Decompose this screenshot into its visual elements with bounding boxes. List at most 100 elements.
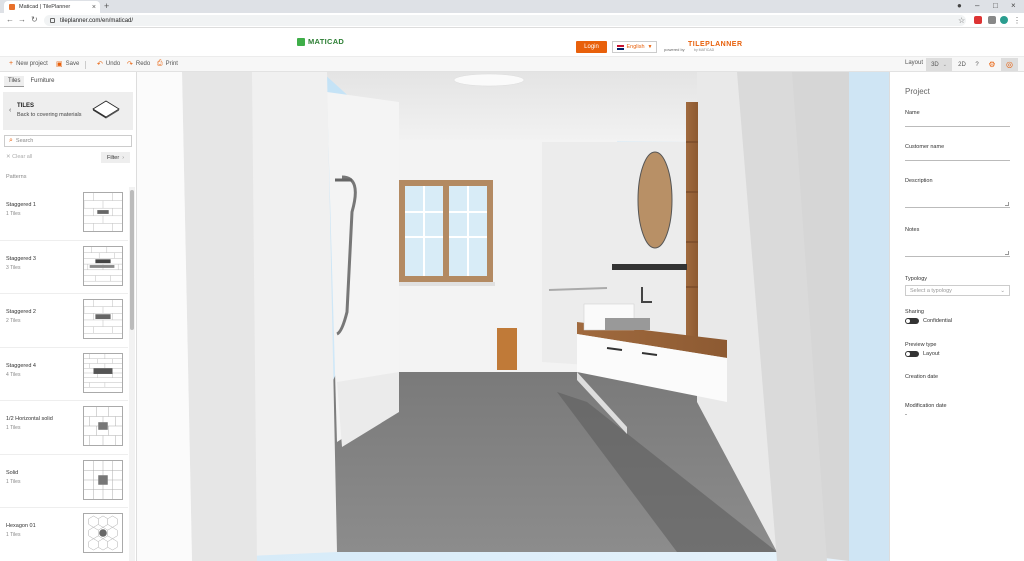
modification-date-value: - xyxy=(905,412,907,418)
bathroom-3d-render xyxy=(137,72,889,561)
search-input[interactable]: ⌕ Search xyxy=(4,135,132,147)
panel-tabs: Tiles Furniture xyxy=(4,76,58,87)
close-tab-icon[interactable]: × xyxy=(92,4,96,11)
pattern-count: 3 Tiles xyxy=(6,264,21,271)
name-field[interactable]: Name xyxy=(905,110,1010,127)
main-toolbar: + New project ▣ Save ↶ Undo ↷ Redo ⎙ Pri… xyxy=(0,56,1024,72)
extension-pdf-icon[interactable] xyxy=(974,16,982,24)
filter-label: Filter xyxy=(106,154,120,161)
save-icon: ▣ xyxy=(56,61,63,68)
redo-icon: ↷ xyxy=(127,61,133,68)
pattern-item[interactable]: Staggered 4 4 Tiles xyxy=(0,348,128,401)
back-subtitle: Back to covering materials xyxy=(17,112,82,118)
language-select[interactable]: English ▼ xyxy=(612,41,657,53)
scrollbar-thumb[interactable] xyxy=(130,190,134,330)
maticad-logo[interactable]: MATICAD xyxy=(297,37,344,46)
app-header: MATICAD Login English ▼ powered by TILEP… xyxy=(0,28,1024,56)
account-icon[interactable]: ● xyxy=(957,1,962,10)
tab-tiles[interactable]: Tiles xyxy=(4,76,25,87)
creation-date-label: Creation date xyxy=(905,374,939,380)
logo-text: MATICAD xyxy=(308,37,345,46)
notes-field[interactable]: Notes xyxy=(905,227,1010,257)
view-2d-button[interactable]: 2D xyxy=(955,58,969,71)
undo-button[interactable]: ↶ Undo xyxy=(97,60,120,68)
pattern-item[interactable]: Solid 1 Tiles xyxy=(0,455,128,508)
lock-icon xyxy=(50,18,55,23)
left-panel: Tiles Furniture ‹ TILES Back to covering… xyxy=(0,72,137,561)
preview-toggle-row[interactable]: Layout xyxy=(905,351,1010,357)
forward-icon[interactable]: → xyxy=(18,15,26,24)
view-3d-button[interactable]: 3D ⌄ xyxy=(926,58,952,71)
pattern-item[interactable]: Hexagon 01 1 Tiles xyxy=(0,508,128,561)
modification-date-field: Modification date - xyxy=(905,403,1010,418)
sharing-field: Sharing Confidential xyxy=(905,309,1010,324)
menu-icon[interactable]: ⋮ xyxy=(1013,16,1021,25)
notes-textarea[interactable] xyxy=(905,237,1010,257)
plus-icon: + xyxy=(9,60,14,67)
new-tab-icon[interactable]: + xyxy=(104,1,109,11)
pattern-item[interactable]: 1/2 Horizontal solid 1 Tiles xyxy=(0,401,128,455)
favicon-icon xyxy=(9,4,15,10)
pattern-name: Staggered 2 xyxy=(6,309,36,315)
staggered-pattern-thumb xyxy=(83,299,123,339)
minimize-icon[interactable]: – xyxy=(975,1,979,10)
browser-tab[interactable]: Maticad | TilePlanner × xyxy=(4,1,100,13)
panel-title: Project xyxy=(905,87,930,96)
tileplanner-brand: TILEPLANNER xyxy=(688,41,743,48)
name-label: Name xyxy=(905,110,920,116)
help-button[interactable]: ? xyxy=(972,58,982,71)
sharing-label: Sharing xyxy=(905,309,924,315)
solid-pattern-thumb xyxy=(83,459,123,500)
url-text: tileplanner.com/en/maticad/ xyxy=(60,17,134,24)
reload-icon[interactable]: ↻ xyxy=(31,15,38,24)
3d-viewport[interactable] xyxy=(137,72,889,561)
info-panel-icon[interactable]: ◎ xyxy=(1001,58,1018,71)
customer-field[interactable]: Customer name xyxy=(905,144,1010,161)
typology-field[interactable]: Typology Select a typology ⌄ xyxy=(905,276,1010,296)
sharing-toggle[interactable] xyxy=(905,318,919,324)
description-label: Description xyxy=(905,178,933,184)
url-field[interactable]: tileplanner.com/en/maticad/ xyxy=(44,15,966,26)
notes-label: Notes xyxy=(905,227,920,233)
pattern-name: Staggered 4 xyxy=(6,362,36,369)
tileplanner-sub: by MATICAD xyxy=(694,48,715,52)
toolbar-divider xyxy=(85,61,86,69)
tab-title: Maticad | TilePlanner xyxy=(19,4,71,10)
sharing-toggle-row[interactable]: Confidential xyxy=(905,318,1010,324)
typology-select[interactable]: Select a typology ⌄ xyxy=(905,285,1010,296)
tab-furniture[interactable]: Furniture xyxy=(26,76,58,87)
maximize-icon[interactable]: □ xyxy=(993,1,998,10)
description-textarea[interactable] xyxy=(905,188,1010,208)
pattern-item[interactable]: Staggered 1 1 Tiles xyxy=(0,187,128,241)
description-field[interactable]: Description xyxy=(905,178,1010,208)
hexagon-pattern-thumb xyxy=(83,513,123,553)
new-project-button[interactable]: + New project xyxy=(9,60,48,67)
layout-label: Layout xyxy=(905,60,924,66)
clear-all-button[interactable]: ✕ Clear all xyxy=(6,154,32,160)
language-label: English xyxy=(626,44,645,50)
preview-toggle[interactable] xyxy=(905,351,919,357)
print-button[interactable]: ⎙ Print xyxy=(157,60,178,68)
settings-gear-icon[interactable]: ⚙ xyxy=(986,58,998,71)
pattern-item[interactable]: Staggered 3 3 Tiles xyxy=(0,241,128,294)
pattern-count: 1 Tiles xyxy=(6,425,21,431)
maticad-mark-icon xyxy=(297,37,305,46)
pattern-item[interactable]: Staggered 2 2 Tiles xyxy=(0,294,128,348)
save-button[interactable]: ▣ Save xyxy=(56,60,79,68)
close-window-icon[interactable]: × xyxy=(1011,1,1016,10)
staggered-pattern-thumb xyxy=(83,192,123,232)
name-input[interactable] xyxy=(905,126,1010,127)
staggered-pattern-thumb xyxy=(83,245,123,286)
creation-date-field: Creation date xyxy=(905,374,1010,380)
profile-avatar[interactable] xyxy=(1000,16,1008,24)
back-icon[interactable]: ← xyxy=(6,15,14,24)
login-button[interactable]: Login xyxy=(576,41,607,53)
back-to-materials-card[interactable]: ‹ TILES Back to covering materials xyxy=(3,92,133,130)
pattern-list: Staggered 1 1 Tiles Staggered 3 3 Tiles … xyxy=(0,187,128,561)
redo-button[interactable]: ↷ Redo xyxy=(127,60,150,68)
chevron-left-icon: ‹ xyxy=(9,107,12,114)
star-icon[interactable]: ☆ xyxy=(958,16,966,25)
filter-button[interactable]: Filter › xyxy=(101,152,130,163)
extensions-icon[interactable] xyxy=(988,16,996,24)
customer-input[interactable] xyxy=(905,160,1010,161)
